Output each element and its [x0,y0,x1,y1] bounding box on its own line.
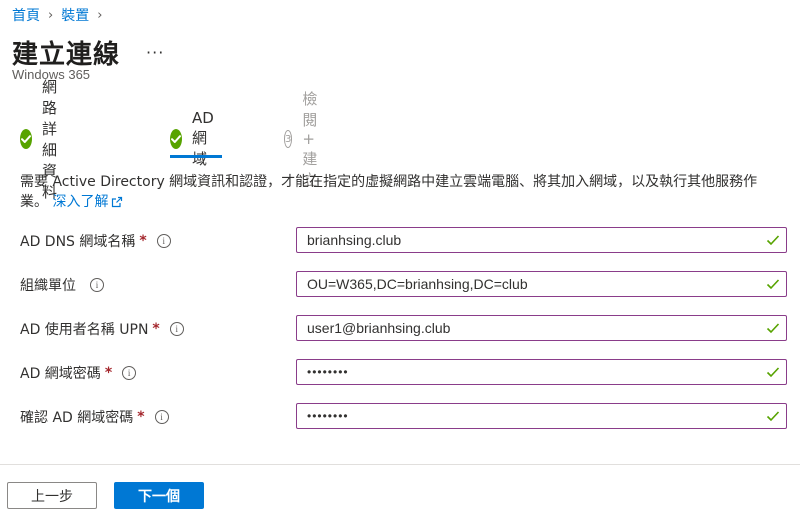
input-value: brianhsing.club [307,232,402,248]
ad-domain-password-input[interactable]: •••••••• [296,359,787,385]
info-icon[interactable]: i [122,366,137,380]
chevron-right-icon: › [97,7,103,23]
learn-more-label: 深入了解 [52,194,109,210]
valid-checkmark-icon [762,410,784,422]
valid-checkmark-icon [762,278,784,290]
ad-dns-domain-input[interactable]: brianhsing.club [296,227,787,253]
breadcrumb-devices-link[interactable]: 裝置 [61,5,89,25]
previous-button[interactable]: 上一步 [7,482,97,509]
info-icon[interactable]: i [90,278,104,292]
info-icon[interactable]: i [156,234,171,248]
step-label: AD 網域 [192,109,214,168]
field-label-text: 組織單位 [20,278,76,294]
confirm-ad-domain-password-input[interactable]: •••••••• [296,403,787,429]
step-ad-domain[interactable]: AD 網域 [170,109,222,168]
active-step-indicator [170,155,222,158]
ad-dns-domain-label: AD DNS 網域名稱 * i [20,231,171,251]
ad-username-upn-input[interactable]: user1@brianhsing.club [296,315,787,341]
ad-domain-password-label: AD 網域密碼 * i [20,363,137,383]
required-marker: * [139,233,147,249]
input-value: •••••••• [307,365,349,379]
breadcrumb: 首頁 › 裝置 › [12,5,110,25]
checkmark-icon [20,129,32,149]
required-marker: * [152,321,160,337]
title-row: 建立連線 ··· [12,34,164,71]
checkmark-icon [170,129,182,149]
required-marker: * [137,409,145,425]
page-title: 建立連線 [12,40,121,70]
step-number-badge: 3 [284,130,293,148]
organizational-unit-label: 組織單位 i [20,275,104,295]
info-icon[interactable]: i [169,322,184,336]
info-icon[interactable]: i [154,410,169,424]
valid-checkmark-icon [762,234,784,246]
learn-more-link[interactable]: 深入了解 [52,194,123,210]
input-value: •••••••• [307,409,349,423]
next-button[interactable]: 下一個 [114,482,204,509]
description-text: 需要 Active Directory 網域資訊和認證，才能在指定的虛擬網路中建… [20,174,758,210]
field-label-text: AD 使用者名稱 UPN [20,322,149,338]
required-marker: * [104,365,113,381]
step-review-create[interactable]: 3 檢閱 + 建立 [284,90,327,189]
field-label-text: AD DNS 網域名稱 [20,234,136,250]
field-label-text: AD 網域密碼 [20,366,101,382]
step-network-details[interactable]: 網路詳細資料 [20,78,65,201]
organizational-unit-input[interactable]: OU=W365,DC=brianhsing,DC=club [296,271,787,297]
external-link-icon [111,194,123,214]
input-value: user1@brianhsing.club [307,320,451,336]
chevron-right-icon: › [48,7,54,23]
more-options-button[interactable]: ··· [146,43,164,62]
description: 需要 Active Directory 網域資訊和認證，才能在指定的虛擬網路中建… [20,172,780,214]
confirm-ad-domain-password-label: 確認 AD 網域密碼 * i [20,407,169,427]
valid-checkmark-icon [762,322,784,334]
input-value: OU=W365,DC=brianhsing,DC=club [307,276,528,292]
field-label-text: 確認 AD 網域密碼 [20,410,134,426]
footer-divider [0,464,800,465]
ad-username-upn-label: AD 使用者名稱 UPN * i [20,319,184,339]
breadcrumb-home-link[interactable]: 首頁 [12,5,40,25]
valid-checkmark-icon [762,366,784,378]
